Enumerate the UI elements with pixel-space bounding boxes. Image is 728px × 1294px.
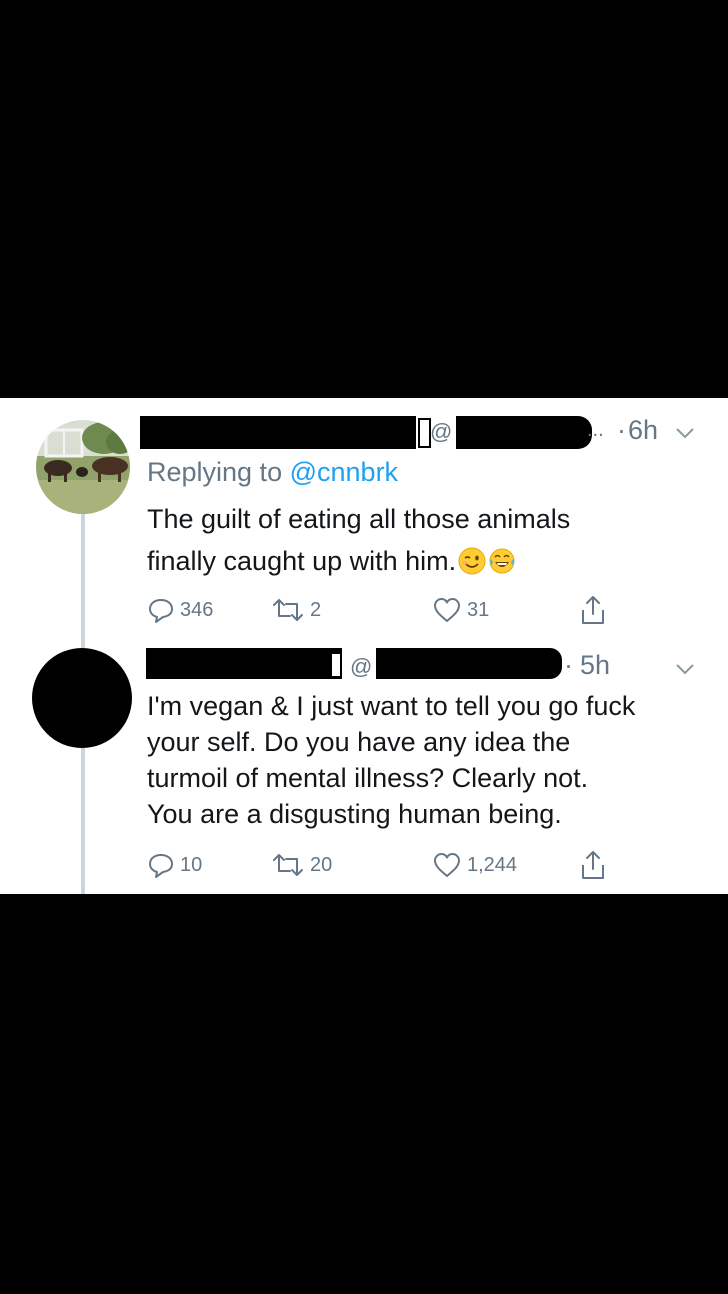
avatar[interactable] — [36, 420, 130, 514]
tweet-text-line: turmoil of mental illness? Clearly not. — [147, 763, 589, 793]
retweet-button[interactable]: 20 — [271, 848, 332, 882]
reply-count: 10 — [180, 853, 203, 876]
redacted-handle — [456, 416, 592, 449]
like-button[interactable]: 1,244 — [432, 848, 517, 882]
handle-at-symbol: @ — [430, 419, 453, 444]
share-button[interactable] — [579, 593, 607, 627]
retweet-icon — [273, 854, 303, 876]
retweet-button[interactable]: 2 — [271, 593, 321, 627]
share-button[interactable] — [579, 848, 607, 882]
timestamp-separator: · — [617, 415, 626, 445]
retweet-count: 20 — [310, 853, 333, 876]
reply-count: 346 — [180, 598, 214, 621]
retweet-icon — [273, 599, 303, 621]
tweet-text: I'm vegan & I just want to tell you go f… — [147, 688, 635, 832]
like-count: 1,244 — [467, 853, 518, 876]
tweet-thread-card: @ ... · 6h Replying to @cnnbrk The guilt… — [0, 398, 728, 894]
timestamp[interactable]: 5h — [580, 649, 610, 681]
heart-icon — [434, 853, 460, 877]
tweet-text-line: finally caught up with him. — [147, 540, 570, 582]
redacted-display-name — [140, 416, 416, 449]
chevron-down-icon[interactable] — [675, 426, 695, 440]
redacted-avatar[interactable] — [32, 648, 132, 748]
redacted-handle — [376, 648, 562, 679]
heart-icon — [434, 598, 460, 622]
share-icon — [582, 851, 604, 879]
like-button[interactable]: 31 — [432, 593, 489, 627]
reply-button[interactable]: 10 — [147, 848, 202, 882]
face-with-tears-of-joy-emoji-icon — [489, 548, 515, 574]
handle-at-symbol: @ — [350, 654, 373, 679]
timestamp-separator: · — [564, 650, 573, 680]
tweet-text-line: I'm vegan & I just want to tell you go f… — [147, 691, 636, 721]
tweet-text-line: The guilt of eating all those animals — [147, 504, 571, 534]
reply-button[interactable]: 346 — [147, 593, 213, 627]
replying-to-line: Replying to @cnnbrk — [147, 456, 398, 488]
share-icon — [582, 596, 604, 624]
avatar-photo-horses — [36, 420, 130, 514]
reply-icon — [149, 599, 173, 623]
timestamp[interactable]: 6h — [628, 414, 658, 446]
tweet-actions: 10 20 1,244 — [147, 848, 617, 882]
replying-to-handle-link[interactable]: @cnnbrk — [290, 457, 398, 487]
tweet-actions: 346 2 31 — [147, 593, 617, 627]
tweet-text-line-content: finally caught up with him. — [147, 546, 457, 576]
chevron-down-icon[interactable] — [675, 662, 695, 676]
reply-icon — [149, 854, 173, 878]
redaction-edge — [330, 652, 342, 678]
tweet-text: The guilt of eating all those animals fi… — [147, 498, 570, 582]
winking-face-emoji-icon — [458, 547, 486, 575]
like-count: 31 — [467, 598, 490, 621]
tweet-text-line: You are a disgusting human being. — [147, 799, 562, 829]
replying-to-label: Replying to — [147, 457, 283, 487]
retweet-count: 2 — [310, 598, 322, 621]
handle-ellipsis: ... — [587, 419, 604, 441]
tweet-text-line: your self. Do you have any idea the — [147, 727, 571, 757]
redacted-display-name — [146, 648, 342, 679]
